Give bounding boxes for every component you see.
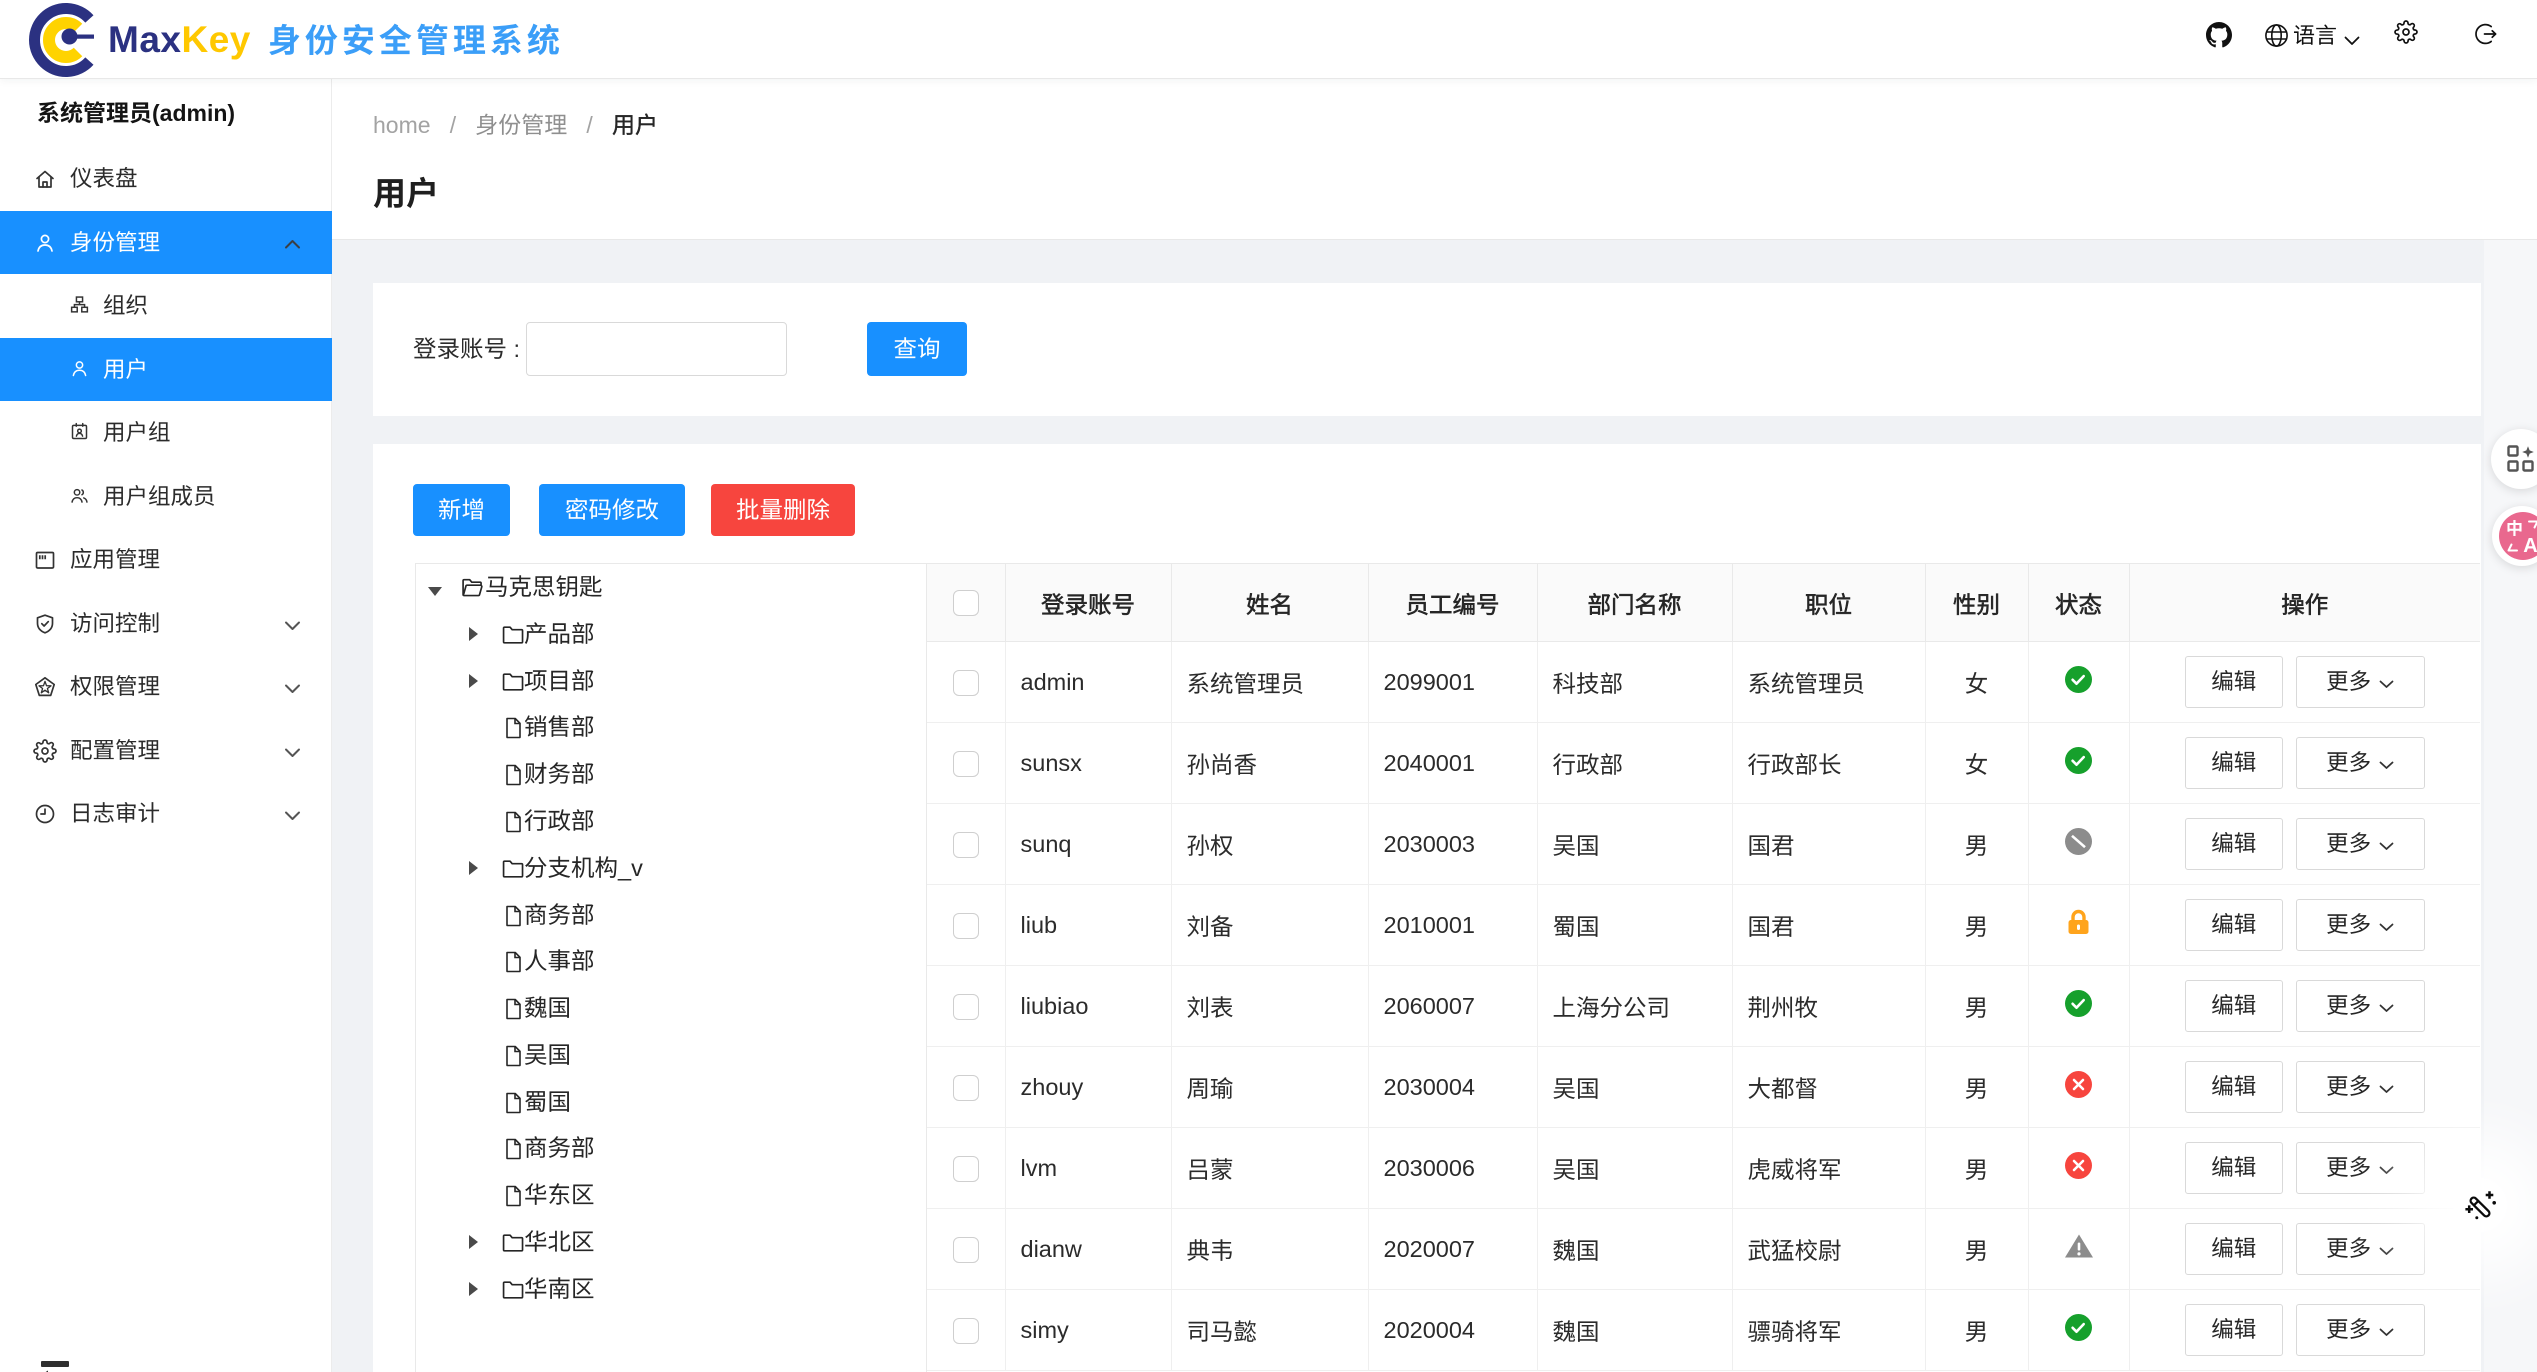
svg-text:A: A (2523, 535, 2537, 557)
svg-text:中: 中 (2506, 515, 2523, 540)
